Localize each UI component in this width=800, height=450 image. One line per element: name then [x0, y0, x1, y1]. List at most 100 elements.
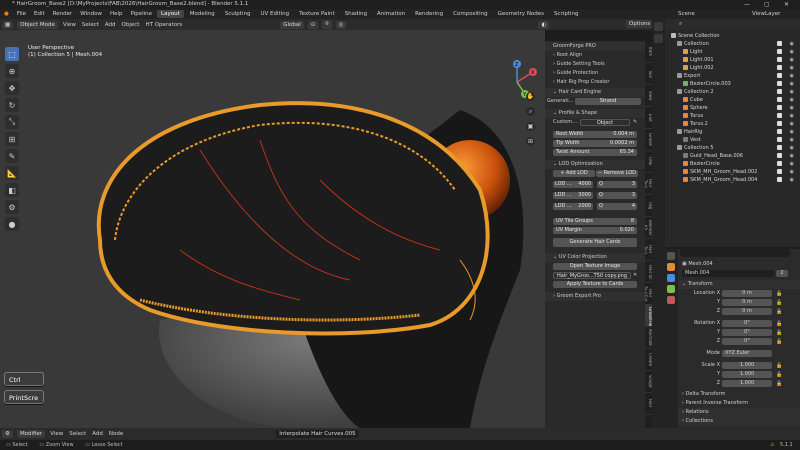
exclude-checkbox[interactable]: [777, 49, 782, 54]
menu-select[interactable]: Select: [79, 22, 102, 28]
scale-x-field[interactable]: 1.000: [722, 362, 772, 369]
scale-z-field[interactable]: 1.000: [722, 380, 772, 387]
exclude-checkbox[interactable]: [777, 153, 782, 158]
lod-quality-field[interactable]: Q3: [597, 192, 637, 199]
outliner-row[interactable]: HairRig ◉: [665, 128, 800, 136]
measure-icon[interactable]: 📐: [5, 166, 19, 180]
maximize-button[interactable]: ▢: [764, 0, 770, 9]
add-cube-icon[interactable]: ◧: [5, 183, 19, 197]
menu-pipeline[interactable]: Pipeline: [127, 11, 157, 17]
tip-width-field[interactable]: Tip Width 0.0002 m: [553, 140, 637, 147]
menu-ht-operators[interactable]: HT Operators: [142, 22, 185, 28]
parent-inverse-item[interactable]: › Parent Inverse Transform: [678, 399, 800, 408]
outliner-row[interactable]: Sphere ◉: [665, 104, 800, 112]
tab-scripting[interactable]: Scripting: [550, 10, 582, 18]
outliner-row[interactable]: Export ◉: [665, 72, 800, 80]
eye-icon[interactable]: ◉: [790, 96, 794, 104]
editor-type-button[interactable]: ⚙: [2, 430, 13, 438]
location-x-field[interactable]: 0 m: [722, 290, 772, 297]
lod-count-field[interactable]: LOD ... 2000: [553, 203, 593, 210]
exclude-checkbox[interactable]: [777, 121, 782, 126]
guide-protection-item[interactable]: › Guide Protection: [545, 69, 645, 78]
lod-count-field[interactable]: LOD ... 4000: [553, 181, 593, 188]
menu-edit[interactable]: Edit: [30, 11, 49, 17]
zoom-icon[interactable]: ⌕: [526, 107, 535, 116]
scene-collection-row[interactable]: Scene Collection: [665, 32, 800, 40]
outliner-row[interactable]: SKM_MH_Groom_Head.004 ◉: [665, 176, 800, 184]
exclude-checkbox[interactable]: [777, 89, 782, 94]
eye-icon[interactable]: ◉: [790, 56, 794, 64]
custom-object-field[interactable]: Object: [580, 119, 630, 126]
exclude-checkbox[interactable]: [777, 113, 782, 118]
constraint-tab-icon[interactable]: [667, 285, 675, 293]
uv-groups-field[interactable]: UV Tile Groups 8: [553, 218, 637, 225]
guide-setting-item[interactable]: › Guide Setting Tools: [545, 60, 645, 69]
eye-icon[interactable]: ◉: [790, 160, 794, 168]
uv-color-header[interactable]: ⌄ UV Color Projection: [545, 253, 645, 262]
collections-item[interactable]: › Collections: [678, 417, 800, 426]
object-users-count[interactable]: 2: [776, 270, 788, 277]
minimize-button[interactable]: —: [744, 0, 750, 9]
orientation-selector[interactable]: Global: [280, 20, 304, 29]
outliner-row[interactable]: Light ◉: [665, 48, 800, 56]
menu-add[interactable]: Add: [89, 431, 106, 437]
scale-y-field[interactable]: 1.000: [722, 371, 772, 378]
object-tab-icon[interactable]: [667, 263, 675, 271]
modifier-selector[interactable]: Modifier: [16, 430, 46, 438]
tab-uv-editing[interactable]: UV Editing: [256, 10, 293, 18]
outliner-search-icon[interactable]: ⌕: [679, 21, 682, 27]
modifier-tab-icon[interactable]: [667, 274, 675, 282]
annotate-icon[interactable]: ✎: [5, 149, 19, 163]
menu-render[interactable]: Render: [49, 11, 77, 17]
exclude-checkbox[interactable]: [777, 137, 782, 142]
outliner-row[interactable]: Collection 5 ◉: [665, 144, 800, 152]
exclude-checkbox[interactable]: [777, 177, 782, 182]
menu-view[interactable]: View: [47, 431, 66, 437]
exclude-checkbox[interactable]: [777, 105, 782, 110]
exclude-checkbox[interactable]: [777, 145, 782, 150]
tab-geometry-nodes[interactable]: Geometry Nodes: [494, 10, 548, 18]
exclude-checkbox[interactable]: [777, 97, 782, 102]
rotation-mode-select[interactable]: XYZ Euler: [722, 350, 772, 357]
outliner-row[interactable]: Cube ◉: [665, 96, 800, 104]
groom-export-item[interactable]: › Groom Export Pro: [545, 292, 645, 301]
pan-icon[interactable]: ✋: [526, 92, 535, 101]
eye-icon[interactable]: ◉: [790, 48, 794, 56]
exclude-checkbox[interactable]: [777, 169, 782, 174]
texture-name-field[interactable]: Hair_MyGroo...T50 copy.png: [553, 272, 631, 279]
hair-rig-item[interactable]: › Hair Rig Prop Creator: [545, 78, 645, 87]
node-group-field[interactable]: Interpolate Hair Curves.005: [276, 430, 359, 438]
exclude-checkbox[interactable]: [777, 57, 782, 62]
menu-node[interactable]: Node: [106, 431, 126, 437]
display-mode-icon[interactable]: [654, 22, 663, 31]
view-layer-selector[interactable]: ViewLayer: [752, 11, 780, 17]
outliner-row[interactable]: BezierCircle ◉: [665, 160, 800, 168]
menu-help[interactable]: Help: [106, 11, 127, 17]
remove-lod-button[interactable]: − Remove LOD: [596, 170, 638, 177]
transform-header[interactable]: ⌄ Transform: [678, 280, 800, 289]
outliner-row[interactable]: Collection 2 ◉: [665, 88, 800, 96]
lod-count-field[interactable]: LOD ... 3000: [553, 192, 593, 199]
material-tab-icon[interactable]: [667, 296, 675, 304]
eye-icon[interactable]: ◉: [790, 176, 794, 184]
eye-icon[interactable]: ◉: [790, 112, 794, 120]
editor-type-button[interactable]: ▦: [2, 20, 14, 29]
uv-margin-field[interactable]: UV Margin 0.020: [553, 227, 637, 234]
select-box-icon[interactable]: ⬚: [5, 47, 19, 61]
outliner-row[interactable]: Guid_Head_Base.006 ◉: [665, 152, 800, 160]
rotate-icon[interactable]: ↻: [5, 98, 19, 112]
exclude-checkbox[interactable]: [777, 65, 782, 70]
eye-icon[interactable]: ◉: [790, 168, 794, 176]
generation-select[interactable]: Strand: [575, 98, 641, 105]
outliner-row[interactable]: Light.002 ◉: [665, 64, 800, 72]
eye-icon[interactable]: ◉: [790, 40, 794, 48]
outliner-row[interactable]: Torus.2 ◉: [665, 120, 800, 128]
eye-icon[interactable]: ◉: [790, 88, 794, 96]
scene-selector[interactable]: Scene: [678, 11, 695, 17]
generate-hair-cards-button[interactable]: Generate Hair Cards: [553, 238, 637, 247]
tab-compositing[interactable]: Compositing: [449, 10, 491, 18]
transform-icon[interactable]: ⊞: [5, 132, 19, 146]
tab-shading[interactable]: Shading: [341, 10, 371, 18]
hair-card-engine-item[interactable]: ⌄ Hair Card Engine: [545, 88, 645, 97]
shading-icon[interactable]: ◐: [538, 20, 550, 29]
